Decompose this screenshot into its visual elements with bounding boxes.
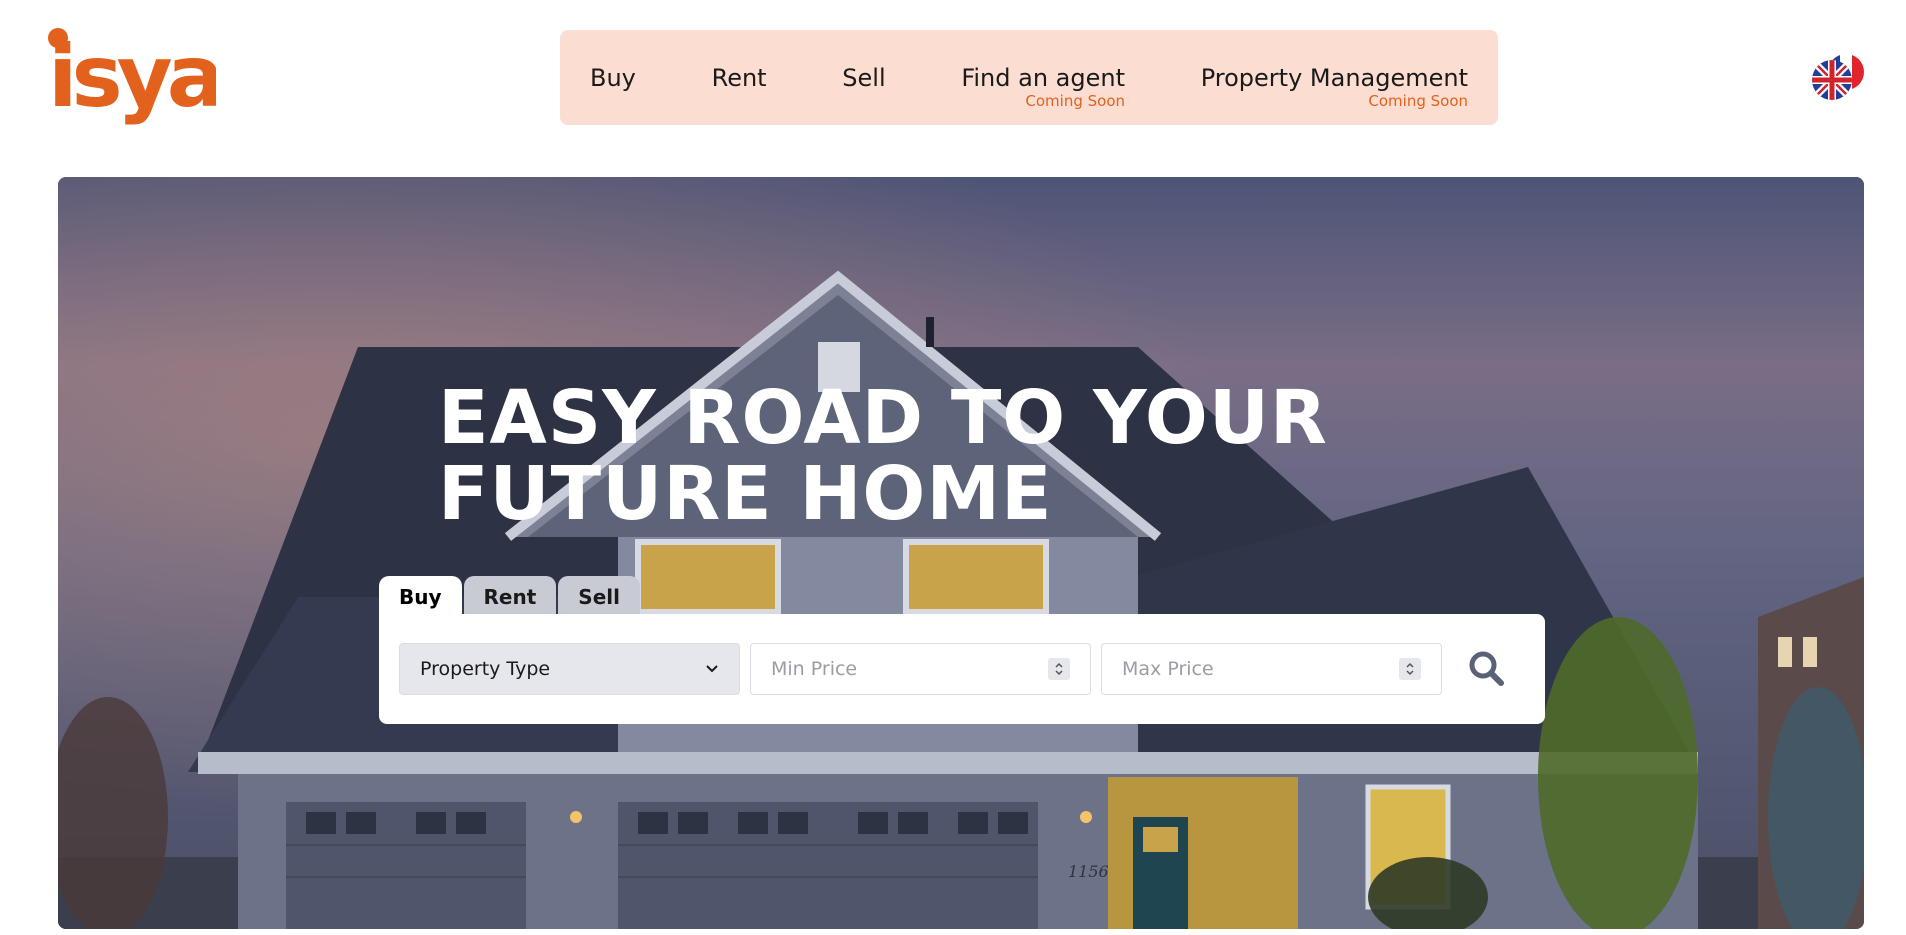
coming-soon-badge: Coming Soon xyxy=(1368,91,1468,110)
chevron-down-icon xyxy=(706,665,718,673)
main-nav: Buy Rent Sell Find an agent Coming Soon … xyxy=(560,30,1498,125)
nav-item-label: Buy xyxy=(590,63,636,92)
search-tabs: Buy Rent Sell xyxy=(379,576,642,618)
isya-logo[interactable]: isya xyxy=(46,24,216,130)
uk-france-flag-icon[interactable] xyxy=(1812,52,1866,102)
search-panel: Property Type Min Price Max Price xyxy=(379,614,1545,724)
nav-item-rent[interactable]: Rent xyxy=(712,66,767,90)
hero-title-line-1: EASY ROAD TO YOUR xyxy=(438,375,1328,461)
hero-banner: 1156 EASY ROAD TO YOUR FUTURE HOME Buy R… xyxy=(58,177,1864,929)
up-down-arrows-icon xyxy=(1406,662,1414,676)
max-price-input[interactable]: Max Price xyxy=(1101,643,1442,695)
coming-soon-badge: Coming Soon xyxy=(1025,91,1126,110)
nav-item-label: Sell xyxy=(842,63,886,92)
hero-title-line-2: FUTURE HOME xyxy=(438,451,1053,537)
site-header: isya Buy Rent Sell Find an agent Coming … xyxy=(0,0,1906,160)
tab-sell[interactable]: Sell xyxy=(558,576,640,618)
min-price-placeholder: Min Price xyxy=(771,658,858,680)
max-price-stepper[interactable] xyxy=(1399,658,1421,680)
nav-item-label: Find an agent xyxy=(961,63,1126,92)
nav-item-buy[interactable]: Buy xyxy=(590,66,636,90)
min-price-input[interactable]: Min Price xyxy=(750,643,1091,695)
nav-item-label: Property Management xyxy=(1200,63,1468,92)
nav-item-property-management[interactable]: Property Management Coming Soon xyxy=(1200,63,1468,109)
min-price-stepper[interactable] xyxy=(1048,658,1070,680)
hero-title: EASY ROAD TO YOUR FUTURE HOME xyxy=(438,380,1338,532)
house-background-image: 1156 xyxy=(58,177,1864,929)
max-price-placeholder: Max Price xyxy=(1122,658,1214,680)
up-down-arrows-icon xyxy=(1055,662,1063,676)
tab-rent[interactable]: Rent xyxy=(463,576,557,618)
property-type-select[interactable]: Property Type xyxy=(399,643,740,695)
nav-item-find-an-agent[interactable]: Find an agent Coming Soon xyxy=(961,63,1126,109)
nav-item-label: Rent xyxy=(711,63,767,92)
logo-text: isya xyxy=(48,27,216,127)
tab-buy[interactable]: Buy xyxy=(379,576,462,618)
search-icon[interactable] xyxy=(1467,649,1507,689)
property-type-value: Property Type xyxy=(420,658,551,680)
house-number: 1156 xyxy=(1068,862,1109,881)
nav-item-sell[interactable]: Sell xyxy=(842,66,885,90)
